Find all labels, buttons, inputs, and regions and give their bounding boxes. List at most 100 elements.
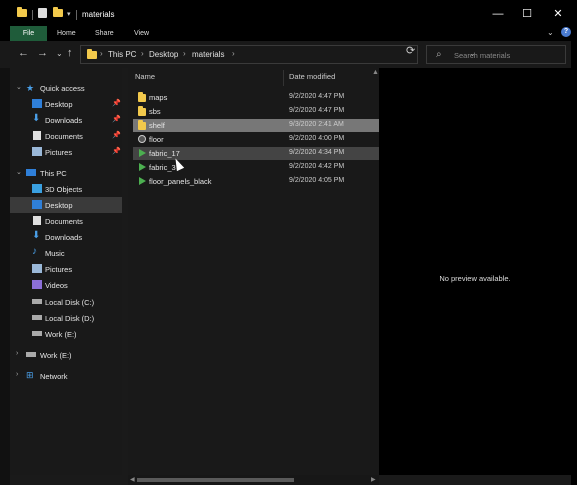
navigation-bar: ← → ⌄ ↑ › This PC › Desktop › materials … [0,41,577,68]
document-icon [33,131,41,140]
nav-quick-pictures[interactable]: Pictures 📌 [10,144,122,160]
document-icon [33,216,41,225]
minimize-button[interactable]: — [488,6,508,22]
drive-icon [32,315,42,320]
breadcrumb-desktop[interactable]: Desktop [149,50,178,59]
pin-icon: 📌 [112,100,121,107]
chevron-right-icon[interactable]: › [16,350,18,357]
nav-work-e[interactable]: Work (E:) [10,326,122,342]
window-title: materials [82,10,115,19]
folder-icon [138,92,146,102]
nav-desktop[interactable]: Desktop [10,197,122,213]
recent-locations-button[interactable]: ⌄ [56,49,63,58]
chevron-right-icon: › [100,49,103,58]
scrollbar-thumb[interactable] [137,478,294,482]
nav-network[interactable]: › ⊞ Network [10,368,122,384]
nav-label: Music [45,249,65,258]
tab-view[interactable]: View [134,26,149,41]
chevron-right-icon[interactable]: › [16,371,18,378]
table-row[interactable]: shelf 9/3/2020 2:41 AM [133,119,379,132]
up-button[interactable]: ↑ [67,47,73,59]
nav-label: Work (E:) [45,330,77,339]
address-bar[interactable]: › This PC › Desktop › materials › ⌄ [80,45,476,64]
customize-qat-icon[interactable]: ▾ [67,10,71,18]
search-icon: ⌕ [436,49,442,60]
nav-documents[interactable]: Documents [10,213,122,229]
file-name: floor [149,135,164,144]
column-header-name[interactable]: Name [135,72,155,81]
chevron-right-icon[interactable]: › [141,49,144,58]
drive-icon [26,352,36,357]
table-row[interactable]: fabric_17 9/2/2020 4:34 PM [133,147,379,160]
new-folder-icon[interactable] [53,7,63,17]
nav-local-disk-d[interactable]: Local Disk (D:) [10,310,122,326]
title-bar: ▾ materials — ☐ ✕ [0,0,577,26]
drive-icon [32,299,42,304]
breadcrumb-this-pc[interactable]: This PC [108,50,136,59]
nav-quick-access[interactable]: ⌄ ★ Quick access [10,80,122,96]
window-edge [0,68,10,485]
chevron-down-icon[interactable]: ⌄ [16,83,22,91]
drive-icon [32,331,42,336]
tab-file[interactable]: File [10,26,47,41]
nav-quick-documents[interactable]: Documents 📌 [10,128,122,144]
nav-label: Downloads [45,116,83,125]
file-name: fabric_3 [149,163,176,172]
pin-icon: 📌 [112,132,121,139]
nav-downloads[interactable]: ⬇ Downloads [10,229,122,245]
ribbon: File Home Share View ⌄ [0,26,577,41]
properties-icon[interactable] [38,8,47,18]
scroll-left-icon[interactable]: ◀ [130,476,135,483]
chevron-down-icon[interactable]: ⌄ [16,168,22,176]
table-row[interactable]: floor 9/2/2020 4:00 PM [133,133,379,146]
horizontal-scrollbar[interactable]: ◀ ▶ [128,475,379,485]
table-row[interactable]: maps 9/2/2020 4:47 PM [133,91,379,104]
nav-local-disk-c[interactable]: Local Disk (C:) [10,294,122,310]
nav-label: Desktop [45,201,73,210]
nav-label: Desktop [45,100,73,109]
maximize-button[interactable]: ☐ [517,6,537,22]
column-header-date[interactable]: Date modified [289,72,335,81]
nav-work-drive[interactable]: › Work (E:) [10,347,122,363]
nav-label: Local Disk (D:) [45,314,95,323]
nav-3d-objects[interactable]: 3D Objects [10,181,122,197]
file-date: 9/2/2020 4:42 PM [289,163,345,170]
nav-quick-downloads[interactable]: ⬇ Downloads 📌 [10,112,122,128]
music-icon: ♪ [32,246,37,257]
expand-ribbon-icon[interactable]: ⌄ [547,28,554,37]
folder-icon [87,49,97,59]
nav-this-pc[interactable]: ⌄ This PC [10,165,122,181]
scroll-up-icon[interactable]: ▲ [372,69,379,76]
breadcrumb-materials[interactable]: materials [192,50,224,59]
folder-icon [17,7,27,17]
nav-label: Pictures [45,265,73,274]
tab-home[interactable]: Home [57,26,76,41]
back-button[interactable]: ← [18,47,29,59]
play-icon [139,163,146,171]
tab-share[interactable]: Share [95,26,114,41]
network-icon: ⊞ [26,370,34,380]
chevron-right-icon[interactable]: › [232,49,235,58]
nav-videos[interactable]: Videos [10,277,122,293]
download-icon: ⬇ [32,230,41,241]
column-divider[interactable] [283,70,284,86]
help-icon[interactable]: ? [561,27,571,37]
scroll-right-icon[interactable]: ▶ [371,476,376,483]
table-row[interactable]: fabric_3 9/2/2020 4:42 PM [133,161,379,174]
close-button[interactable]: ✕ [548,6,568,22]
nav-label: Local Disk (C:) [45,298,95,307]
forward-button[interactable]: → [37,47,48,59]
search-input[interactable]: Search materials [454,51,510,60]
nav-pictures[interactable]: Pictures [10,261,122,277]
table-row[interactable]: sbs 9/2/2020 4:47 PM [133,105,379,118]
file-date: 9/2/2020 4:47 PM [289,93,345,100]
chevron-right-icon[interactable]: › [183,49,186,58]
nav-music[interactable]: ♪ Music [10,245,122,261]
refresh-button[interactable]: ⟳ [406,44,415,57]
folder-icon [138,120,146,130]
table-row[interactable]: floor_panels_black 9/2/2020 4:05 PM [133,175,379,188]
nav-quick-desktop[interactable]: Desktop 📌 [10,96,122,112]
nav-label: Documents [45,217,83,226]
search-box[interactable]: ⌕ Search materials [426,45,566,64]
star-icon: ★ [26,83,35,93]
